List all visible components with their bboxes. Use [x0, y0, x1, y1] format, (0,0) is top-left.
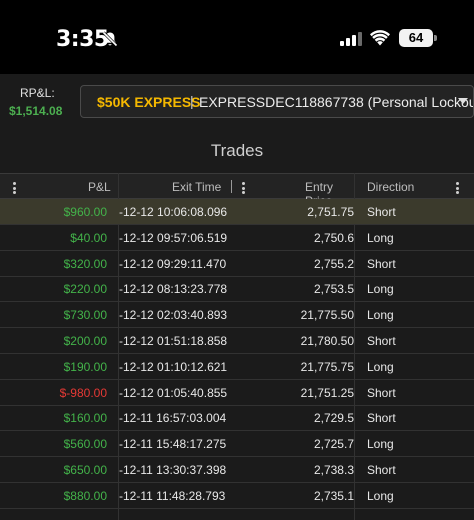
cell-exit-time: -12-11 16:57:03.004: [119, 411, 227, 426]
cell-exit-time: -12-12 02:03:40.893: [119, 308, 228, 323]
table-row[interactable]: [0, 509, 474, 520]
cell-direction: Short: [367, 385, 396, 400]
cell-direction: Short: [367, 256, 396, 271]
cell-entry-price: 2,755.2: [313, 256, 354, 271]
cell-exit-time: -12-11 13:30:37.398: [119, 463, 227, 477]
entry-price-clip: 2,725.7: [232, 431, 354, 456]
entry-price-clip: 21,751.25: [232, 380, 354, 405]
cell-exit-time: -12-11 15:48:17.275: [119, 437, 227, 452]
cell-direction: Long: [367, 437, 394, 452]
cell-pnl: $320.00: [63, 256, 107, 271]
bell-slash-icon: [102, 31, 118, 47]
cell-entry-price: 21,751.25: [300, 385, 354, 400]
rpl-value: $1,514.08: [9, 104, 63, 118]
cell-pnl: $160.00: [63, 411, 107, 426]
table-header: P&L Exit Time Entry Price Direction: [0, 173, 474, 200]
account-name: $50K EXPRESS: [97, 94, 201, 110]
cell-pnl: $220.00: [63, 282, 107, 297]
cell-signal-icon: [340, 32, 362, 46]
cell-exit-time: -12-11 11:48:28.793: [119, 488, 226, 503]
account-id: EXPRESSDEC118867738 (Personal Lockout): [199, 94, 474, 110]
cell-direction: Short: [367, 411, 396, 426]
cell-direction: Short: [367, 463, 396, 477]
cell-entry-price: 2,753.5: [313, 282, 354, 297]
cell-direction: Short: [367, 334, 396, 348]
table-row[interactable]: $200.00 -12-12 01:51:18.858 21,780.50 Short: [0, 328, 474, 354]
table-row[interactable]: $160.00 -12-11 16:57:03.004 2,729.5 Short: [0, 405, 474, 432]
cell-entry-price: 2,735.1: [313, 488, 354, 503]
column-resize-handle[interactable]: [231, 180, 232, 193]
cell-direction: Long: [367, 359, 394, 374]
cell-direction: Long: [367, 230, 394, 245]
cell-exit-time: -12-12 01:10:12.621: [119, 359, 228, 374]
cell-pnl: $200.00: [63, 334, 107, 348]
table-row[interactable]: $40.00 -12-12 09:57:06.519 2,750.6 Long: [0, 225, 474, 251]
table-row[interactable]: $190.00 -12-12 01:10:12.621 21,775.75 Long: [0, 354, 474, 380]
account-separator: |: [190, 93, 194, 109]
cell-entry-price: 2,751.75: [307, 205, 354, 219]
cell-pnl: $650.00: [63, 463, 107, 477]
cell-pnl: $880.00: [63, 488, 107, 503]
cell-exit-time: -12-12 09:29:11.470: [119, 256, 227, 271]
table-row[interactable]: $560.00 -12-11 15:48:17.275 2,725.7 Long: [0, 431, 474, 458]
cell-pnl: $190.00: [63, 359, 107, 374]
trades-table: P&L Exit Time Entry Price Direction $960…: [0, 173, 474, 520]
cell-pnl: $-980.00: [59, 385, 107, 400]
cell-direction: Long: [367, 488, 394, 503]
account-selector[interactable]: $50K EXPRESS | EXPRESSDEC118867738 (Pers…: [80, 85, 474, 118]
cell-direction: Long: [367, 308, 394, 323]
page-title: Trades: [210, 141, 264, 160]
entry-price-clip: [232, 509, 354, 520]
cell-exit-time: -12-12 10:06:08.096: [119, 205, 228, 219]
cell-entry-price: 21,780.50: [300, 334, 354, 348]
entry-price-clip: 21,775.50: [232, 302, 354, 327]
entry-price-clip: 2,735.1: [232, 483, 354, 508]
wifi-icon: [370, 30, 390, 46]
table-row[interactable]: $880.00 -12-11 11:48:28.793 2,735.1 Long: [0, 483, 474, 509]
cell-exit-time: -12-12 01:05:40.855: [119, 385, 228, 400]
cell-direction: Long: [367, 282, 394, 297]
entry-price-clip: 2,753.5: [232, 276, 354, 301]
entry-price-clip: 2,751.75: [232, 199, 354, 224]
entry-price-clip: 2,729.5: [232, 405, 354, 430]
table-row[interactable]: $730.00 -12-12 02:03:40.893 21,775.50 Long: [0, 302, 474, 329]
cell-entry-price: 2,725.7: [313, 437, 354, 452]
cell-entry-price: 21,775.75: [300, 359, 354, 374]
entry-price-clip: 2,738.3: [232, 457, 354, 482]
cell-entry-price: 21,775.50: [300, 308, 354, 323]
rpl-label: RP&L:: [20, 86, 55, 100]
column-header-direction[interactable]: Direction: [367, 180, 414, 194]
cell-direction: Short: [367, 205, 396, 219]
cell-pnl: $730.00: [63, 308, 107, 323]
column-header-exit-time[interactable]: Exit Time: [172, 180, 221, 194]
chevron-down-icon[interactable]: [458, 98, 468, 104]
cell-entry-price: 2,750.6: [313, 230, 354, 245]
column-header-entry-price[interactable]: Entry Price: [305, 180, 354, 200]
cell-exit-time: -12-12 09:57:06.519: [119, 230, 228, 245]
entry-price-clip: 21,775.75: [232, 354, 354, 379]
table-row[interactable]: $320.00 -12-12 09:29:11.470 2,755.2 Short: [0, 251, 474, 277]
table-row[interactable]: $-980.00 -12-12 01:05:40.855 21,751.25 Shor…: [0, 380, 474, 406]
cell-pnl: $560.00: [63, 437, 107, 452]
entry-price-clip: 2,755.2: [232, 251, 354, 276]
cell-entry-price: 2,729.5: [313, 411, 354, 426]
cell-pnl: $40.00: [70, 230, 107, 245]
column-header-pnl[interactable]: P&L: [88, 180, 111, 194]
cell-entry-price: 2,738.3: [313, 463, 354, 477]
column-menu-icon[interactable]: [13, 182, 16, 194]
cell-pnl: $960.00: [63, 205, 107, 219]
battery-icon: 64: [399, 29, 433, 47]
cell-exit-time: -12-12 08:13:23.778: [119, 282, 228, 297]
battery-cap: [434, 35, 437, 41]
entry-price-header-clip: Entry Price: [298, 174, 354, 200]
cell-exit-time: -12-12 01:51:18.858: [119, 334, 228, 348]
table-row[interactable]: $960.00 -12-12 10:06:08.096 2,751.75 Short: [0, 199, 474, 225]
column-menu-icon[interactable]: [242, 182, 245, 194]
entry-price-clip: 21,780.50: [232, 328, 354, 353]
column-menu-icon[interactable]: [456, 182, 459, 194]
table-row[interactable]: $220.00 -12-12 08:13:23.778 2,753.5 Long: [0, 276, 474, 303]
table-row[interactable]: $650.00 -12-11 13:30:37.398 2,738.3 Short: [0, 457, 474, 483]
entry-price-clip: 2,750.6: [232, 225, 354, 250]
